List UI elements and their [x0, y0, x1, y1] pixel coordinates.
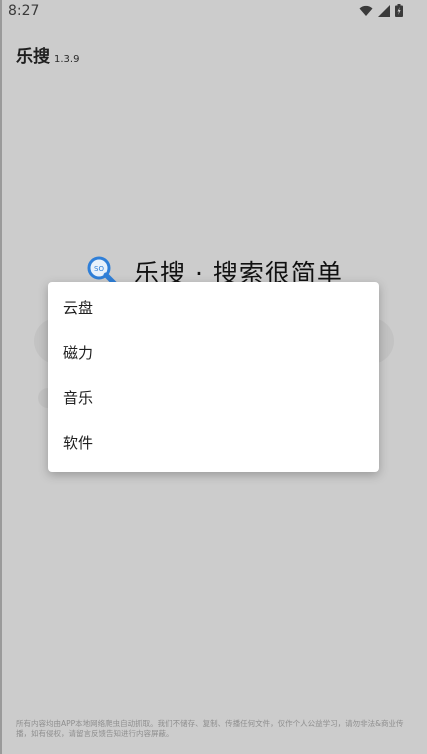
app-version: 1.3.9 — [54, 54, 80, 65]
wifi-icon — [359, 5, 373, 17]
dialog-option-software[interactable]: 软件 — [48, 421, 379, 466]
app-name: 乐搜 — [16, 47, 50, 67]
screen-edge — [0, 0, 2, 754]
signal-icon — [378, 4, 390, 17]
svg-text:SO: SO — [94, 265, 104, 273]
status-time: 8:27 — [8, 3, 40, 19]
footer-disclaimer: 所有内容均由APP本地网络爬虫自动抓取。我们不储存、复制、传播任何文件，仅作个人… — [16, 719, 404, 738]
category-dialog: 云盘 磁力 音乐 软件 — [48, 282, 379, 472]
status-bar: 8:27 — [0, 0, 427, 24]
app-title: 乐搜 1.3.9 — [16, 42, 79, 67]
battery-icon — [395, 4, 403, 17]
dialog-option-cloud[interactable]: 云盘 — [48, 286, 379, 331]
app-screen: 8:27 乐搜 1.3.9 SO 乐搜 · 搜索很简单 云盘 磁力 音乐 软件 … — [0, 0, 427, 754]
dialog-option-magnet[interactable]: 磁力 — [48, 331, 379, 376]
status-icons — [359, 4, 403, 17]
dialog-option-music[interactable]: 音乐 — [48, 376, 379, 421]
